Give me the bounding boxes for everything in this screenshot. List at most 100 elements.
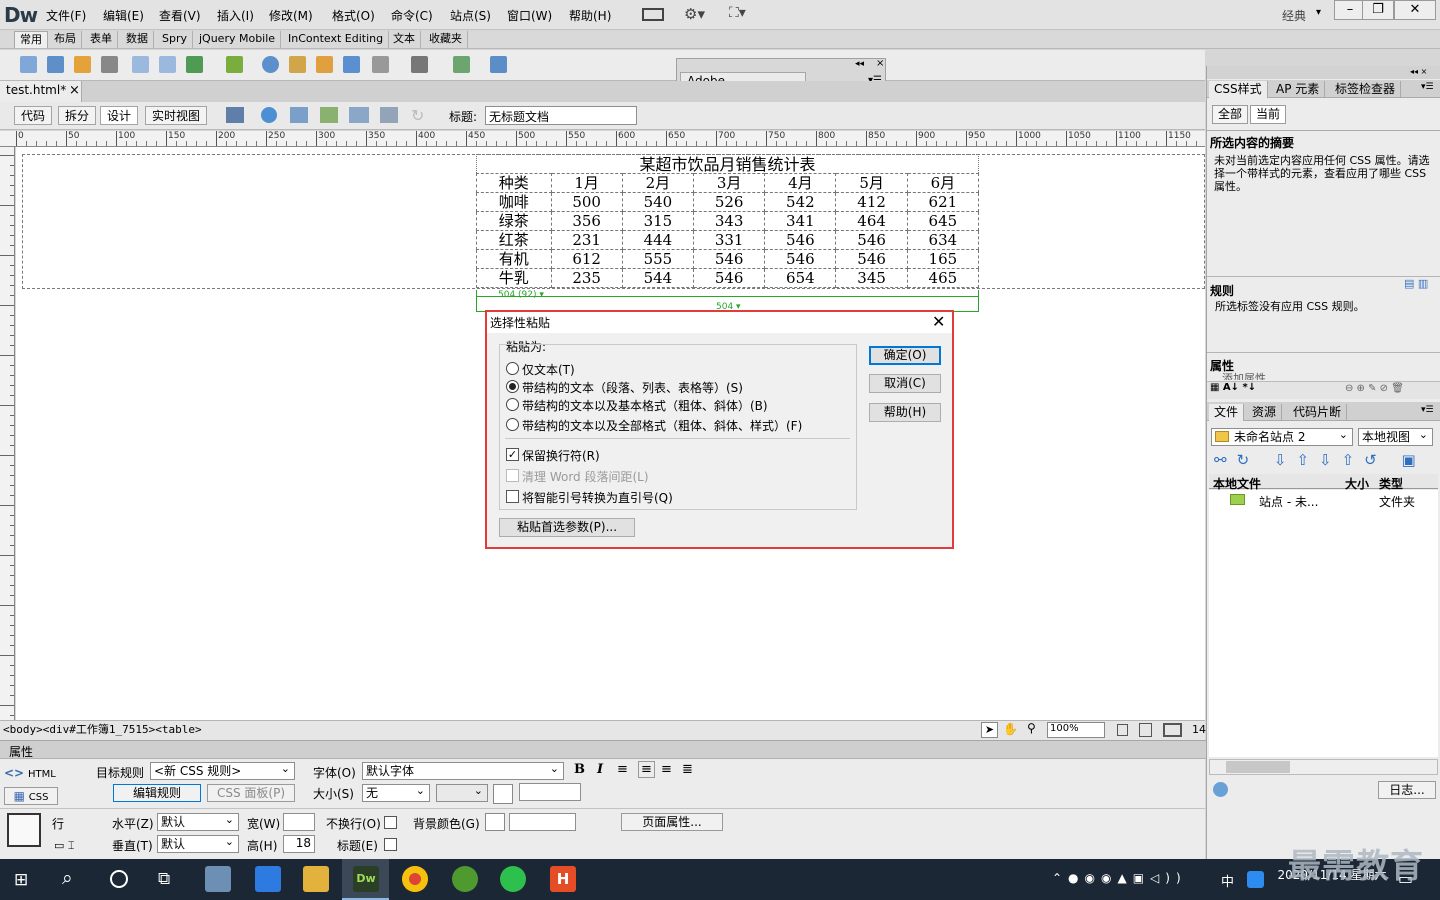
- table-cell[interactable]: 种类: [476, 173, 552, 193]
- maximize-button[interactable]: ❐: [1362, 0, 1394, 20]
- menu-insert[interactable]: 插入(I): [217, 7, 254, 24]
- menu-format[interactable]: 格式(O): [332, 7, 375, 24]
- menu-commands[interactable]: 命令(C): [391, 7, 433, 24]
- tab-assets[interactable]: 资源: [1247, 404, 1283, 421]
- table-cell[interactable]: 465: [906, 268, 980, 288]
- watermelon-icon[interactable]: [452, 866, 478, 892]
- wps-icon[interactable]: [255, 866, 281, 892]
- close-icon[interactable]: ×: [876, 58, 884, 69]
- table-cell[interactable]: 634: [906, 230, 980, 250]
- tab-tag-inspector[interactable]: 标签检查器: [1330, 81, 1402, 98]
- table-cell[interactable]: 343: [693, 211, 766, 231]
- table-cell[interactable]: 235: [550, 268, 623, 288]
- radio-basic-format-label[interactable]: 带结构的文本以及基本格式（粗体、斜体）(B): [522, 397, 768, 414]
- page-title-input[interactable]: 无标题文档: [485, 106, 637, 125]
- table-caption[interactable]: 某超市饮品月销售统计表: [476, 154, 979, 174]
- table-cell[interactable]: 542: [764, 192, 837, 212]
- templates-icon[interactable]: [453, 56, 470, 73]
- close-button[interactable]: ✕: [1394, 0, 1436, 20]
- table-row[interactable]: 有机 612 555 546 546 546 165: [476, 249, 980, 269]
- table-cell[interactable]: 咖啡: [476, 192, 552, 212]
- table-cell[interactable]: 165: [906, 249, 980, 269]
- file-management-icon[interactable]: [290, 107, 308, 123]
- menu-modify[interactable]: 修改(M): [269, 7, 313, 24]
- mode-current-button[interactable]: 当前: [1250, 105, 1287, 124]
- table-cell[interactable]: 546: [693, 268, 766, 288]
- browser-compat-icon[interactable]: [380, 107, 398, 123]
- chrome-icon[interactable]: [402, 866, 428, 892]
- table-cell[interactable]: 1月: [550, 173, 623, 193]
- html-mode-button[interactable]: <> HTML: [4, 765, 58, 783]
- color-picker[interactable]: [493, 784, 513, 804]
- table-cell[interactable]: 444: [621, 230, 695, 250]
- menu-view[interactable]: 查看(V): [159, 7, 201, 24]
- widget-icon[interactable]: [262, 56, 279, 73]
- site-select[interactable]: 未命名站点 2: [1211, 428, 1353, 446]
- table-width-label[interactable]: 504 (92) ▾: [498, 290, 544, 300]
- table-row[interactable]: 红茶 231 444 331 546 546 634: [476, 230, 980, 250]
- table-row[interactable]: 牛乳 235 544 546 654 345 465: [476, 268, 980, 288]
- log-button[interactable]: 日志...: [1378, 781, 1436, 799]
- cortana-icon[interactable]: [110, 870, 128, 888]
- checkbox-clean-word-label[interactable]: 清理 Word 段落间距(L): [522, 468, 649, 485]
- tab-layout[interactable]: 布局: [49, 31, 82, 48]
- tab-css-styles[interactable]: CSS样式: [1209, 81, 1268, 98]
- tab-common[interactable]: 常用: [14, 31, 48, 48]
- mobile-size-icon[interactable]: [1117, 724, 1128, 736]
- table-cell[interactable]: 544: [621, 268, 695, 288]
- size-select[interactable]: 无: [362, 784, 430, 802]
- view-select[interactable]: 本地视图: [1358, 428, 1433, 446]
- table-cell[interactable]: 464: [835, 211, 908, 231]
- ok-button[interactable]: 确定(O): [869, 346, 941, 365]
- edit-rule-button[interactable]: 编辑规则: [113, 784, 201, 802]
- width-input[interactable]: [283, 813, 315, 831]
- table-cell[interactable]: 341: [764, 211, 837, 231]
- rule-view-icons[interactable]: ▤ ▥: [1404, 277, 1428, 290]
- table-cell[interactable]: 546: [764, 230, 837, 250]
- color-input[interactable]: [519, 783, 581, 801]
- radio-full-format[interactable]: [506, 418, 519, 431]
- multiscreen-icon[interactable]: [226, 107, 244, 123]
- table-cell[interactable]: 654: [764, 268, 837, 288]
- tab-forms[interactable]: 表单: [85, 31, 118, 48]
- align-right-icon[interactable]: ≡: [661, 762, 672, 777]
- desktop-size-icon[interactable]: [1163, 723, 1182, 737]
- file-explorer-icon[interactable]: [303, 866, 329, 892]
- view-split-button[interactable]: 拆分: [58, 106, 97, 125]
- preview-browser-icon[interactable]: [261, 107, 277, 123]
- add-property-link[interactable]: 添加属性: [1222, 370, 1266, 380]
- tab-favorites[interactable]: 收藏夹: [424, 31, 468, 48]
- table-cell[interactable]: 331: [693, 230, 766, 250]
- site-manager-icon[interactable]: ⛶▾: [729, 5, 746, 21]
- sort-icons[interactable]: ▦ A↓ *↓: [1210, 382, 1256, 393]
- sales-table[interactable]: 某超市饮品月销售统计表 种类 1月 2月 3月 4月 5月 6月 咖啡 500 540 526 542…: [476, 154, 980, 288]
- table-cell[interactable]: 2月: [621, 173, 695, 193]
- ime-indicator[interactable]: 中: [1221, 871, 1234, 890]
- table-cell[interactable]: 546: [835, 230, 908, 250]
- zoom-select[interactable]: 100%: [1047, 722, 1105, 738]
- css-panel-button[interactable]: CSS 面板(P): [207, 784, 295, 802]
- view-code-button[interactable]: 代码: [14, 106, 53, 125]
- tab-ap-elements[interactable]: AP 元素: [1271, 81, 1326, 98]
- checkbox-smart-quotes[interactable]: [506, 490, 519, 503]
- table-cell[interactable]: 540: [621, 192, 695, 212]
- comment-icon[interactable]: [343, 56, 360, 73]
- hbuilder-icon[interactable]: H: [550, 866, 576, 892]
- css-mode-button[interactable]: ▦ CSS: [4, 787, 58, 805]
- table-cell[interactable]: 6月: [906, 173, 980, 193]
- size-unit-select[interactable]: [436, 784, 488, 802]
- target-rule-select[interactable]: <新 CSS 规则>: [150, 762, 295, 780]
- tab-spry[interactable]: Spry: [157, 31, 193, 48]
- paste-preferences-button[interactable]: 粘贴首选参数(P)...: [499, 518, 635, 537]
- horizontal-rule-icon[interactable]: [101, 56, 118, 73]
- head-icon[interactable]: [372, 56, 389, 73]
- help-button[interactable]: 帮助(H): [869, 403, 941, 422]
- gear-icon[interactable]: ⚙▾: [684, 5, 705, 23]
- tag-chooser-icon[interactable]: [490, 56, 507, 73]
- radio-structured[interactable]: [506, 380, 519, 393]
- header-checkbox[interactable]: [384, 838, 397, 851]
- table-cell[interactable]: 612: [550, 249, 623, 269]
- menu-edit[interactable]: 编辑(E): [103, 7, 144, 24]
- table-cell[interactable]: 345: [835, 268, 908, 288]
- notepad-icon[interactable]: [205, 866, 231, 892]
